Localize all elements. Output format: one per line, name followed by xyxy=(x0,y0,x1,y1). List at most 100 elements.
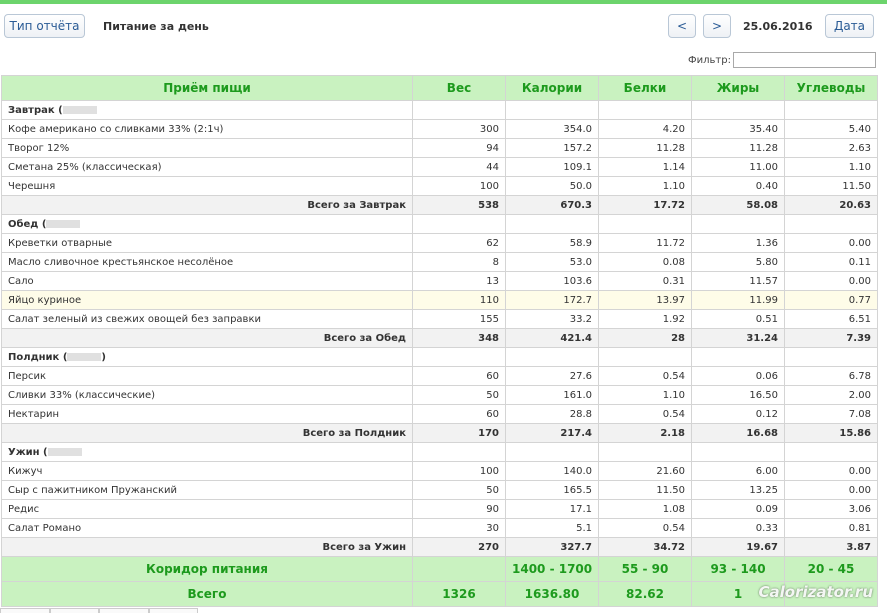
food-calories: 27.6 xyxy=(505,366,599,386)
food-row[interactable]: Сметана 25% (классическая) 44 109.1 1.14 11.… xyxy=(1,157,878,177)
meal-total-calories: 421.4 xyxy=(505,328,599,348)
filter-input[interactable] xyxy=(733,52,876,68)
col-header-fat[interactable]: Жиры xyxy=(691,75,785,101)
food-row[interactable]: Персик 60 27.6 0.54 0.06 6.78 xyxy=(1,366,878,386)
food-name: Яйцо куриное xyxy=(1,290,413,310)
meal-total-carbs: 3.87 xyxy=(784,537,878,557)
food-row[interactable]: Кофе американо со сливками 33% (2:1ч) 300… xyxy=(1,119,878,139)
food-weight: 30 xyxy=(412,518,506,538)
grand-total-protein: 82.62 xyxy=(598,581,692,607)
food-carbs: 0.00 xyxy=(784,233,878,253)
meal-title: Полдник ( xyxy=(8,351,68,363)
food-row[interactable]: Салат Романо 30 5.1 0.54 0.33 0.81 xyxy=(1,518,878,538)
top-accent-bar xyxy=(0,0,887,4)
food-name: Персик xyxy=(1,366,413,386)
food-carbs: 2.00 xyxy=(784,385,878,405)
food-row[interactable]: Сливки 33% (классические) 50 161.0 1.10 16.5… xyxy=(1,385,878,405)
food-fat: 0.12 xyxy=(691,404,785,424)
meal-title: Ужин ( xyxy=(8,446,48,458)
food-calories: 50.0 xyxy=(505,176,599,196)
food-name: Кижуч xyxy=(1,461,413,481)
next-day-button[interactable]: > xyxy=(703,14,731,38)
meal-total-calories: 670.3 xyxy=(505,195,599,215)
food-fat: 13.25 xyxy=(691,480,785,500)
meal-total-row: Всего за Ужин 270 327.7 34.72 19.67 3.87 xyxy=(1,537,878,557)
food-row[interactable]: Креветки отварные 62 58.9 11.72 1.36 0.00 xyxy=(1,233,878,253)
food-fat: 0.09 xyxy=(691,499,785,519)
food-calories: 28.8 xyxy=(505,404,599,424)
meal-total-weight: 348 xyxy=(412,328,506,348)
corridor-label: Коридор питания xyxy=(1,556,413,582)
food-name: Сливки 33% (классические) xyxy=(1,385,413,405)
corridor-calories: 1400 - 1700 xyxy=(505,556,599,582)
food-row[interactable]: Творог 12% 94 157.2 11.28 11.28 2.63 xyxy=(1,138,878,158)
meal-heading-row: Полдник () xyxy=(1,347,878,367)
meal-total-protein: 17.72 xyxy=(598,195,692,215)
food-carbs: 11.50 xyxy=(784,176,878,196)
food-calories: 109.1 xyxy=(505,157,599,177)
food-calories: 17.1 xyxy=(505,499,599,519)
col-header-carbs[interactable]: Углеводы xyxy=(784,75,878,101)
food-row[interactable]: Нектарин 60 28.8 0.54 0.12 7.08 xyxy=(1,404,878,424)
food-row[interactable]: Кижуч 100 140.0 21.60 6.00 0.00 xyxy=(1,461,878,481)
empty-cell xyxy=(598,442,692,462)
food-name: Креветки отварные xyxy=(1,233,413,253)
empty-cell xyxy=(505,214,599,234)
col-header-weight[interactable]: Вес xyxy=(412,75,506,101)
bottom-tabs-stub xyxy=(0,608,198,613)
food-row[interactable]: Салат зеленый из свежих овощей без запра… xyxy=(1,309,878,329)
food-row[interactable]: Масло сливочное крестьянское несолёное 8 5… xyxy=(1,252,878,272)
report-type-button[interactable]: Тип отчёта xyxy=(4,14,85,38)
food-row[interactable]: Черешня 100 50.0 1.10 0.40 11.50 xyxy=(1,176,878,196)
food-name: Редис xyxy=(1,499,413,519)
food-row[interactable]: Яйцо куриное 110 172.7 13.97 11.99 0.77 xyxy=(1,290,878,310)
food-fat: 11.00 xyxy=(691,157,785,177)
empty-cell xyxy=(691,347,785,367)
food-fat: 11.57 xyxy=(691,271,785,291)
food-fat: 0.06 xyxy=(691,366,785,386)
date-picker-button[interactable]: Дата xyxy=(825,14,874,38)
food-name: Кофе американо со сливками 33% (2:1ч) xyxy=(1,119,413,139)
food-fat: 35.40 xyxy=(691,119,785,139)
meal-total-row: Всего за Завтрак 538 670.3 17.72 58.08 20.63 xyxy=(1,195,878,215)
food-calories: 140.0 xyxy=(505,461,599,481)
food-row[interactable]: Сало 13 103.6 0.31 11.57 0.00 xyxy=(1,271,878,291)
food-protein: 11.72 xyxy=(598,233,692,253)
food-fat: 6.00 xyxy=(691,461,785,481)
food-carbs: 0.00 xyxy=(784,461,878,481)
meal-title: Завтрак ( xyxy=(8,104,63,116)
food-name: Сало xyxy=(1,271,413,291)
meal-total-label: Всего за Полдник xyxy=(1,423,413,443)
food-carbs: 2.63 xyxy=(784,138,878,158)
col-header-protein[interactable]: Белки xyxy=(598,75,692,101)
food-row[interactable]: Редис 90 17.1 1.08 0.09 3.06 xyxy=(1,499,878,519)
food-calories: 172.7 xyxy=(505,290,599,310)
food-calories: 53.0 xyxy=(505,252,599,272)
meal-title-cell: Обед ( xyxy=(1,214,413,234)
food-fat: 0.33 xyxy=(691,518,785,538)
meal-total-fat: 16.68 xyxy=(691,423,785,443)
col-header-calories[interactable]: Калории xyxy=(505,75,599,101)
food-weight: 13 xyxy=(412,271,506,291)
meal-total-fat: 58.08 xyxy=(691,195,785,215)
food-carbs: 6.78 xyxy=(784,366,878,386)
meal-total-fat: 31.24 xyxy=(691,328,785,348)
food-weight: 155 xyxy=(412,309,506,329)
food-fat: 5.80 xyxy=(691,252,785,272)
meal-total-calories: 217.4 xyxy=(505,423,599,443)
food-protein: 1.14 xyxy=(598,157,692,177)
food-weight: 100 xyxy=(412,176,506,196)
col-header-meal[interactable]: Приём пищи xyxy=(1,75,413,101)
food-calories: 165.5 xyxy=(505,480,599,500)
empty-cell xyxy=(412,214,506,234)
prev-day-button[interactable]: < xyxy=(668,14,696,38)
food-carbs: 6.51 xyxy=(784,309,878,329)
food-row[interactable]: Сыр с пажитником Пружанский 50 165.5 11.50 1… xyxy=(1,480,878,500)
nutrition-table: Приём пищи Вес Калории Белки Жиры Углево… xyxy=(1,75,878,607)
meal-title-cell: Завтрак ( xyxy=(1,100,413,120)
meal-total-weight: 170 xyxy=(412,423,506,443)
empty-cell xyxy=(691,100,785,120)
grand-total-row: Всего 1326 1636.80 82.62 1 xyxy=(1,581,878,607)
food-carbs: 5.40 xyxy=(784,119,878,139)
meal-title-suffix: ) xyxy=(101,351,106,363)
